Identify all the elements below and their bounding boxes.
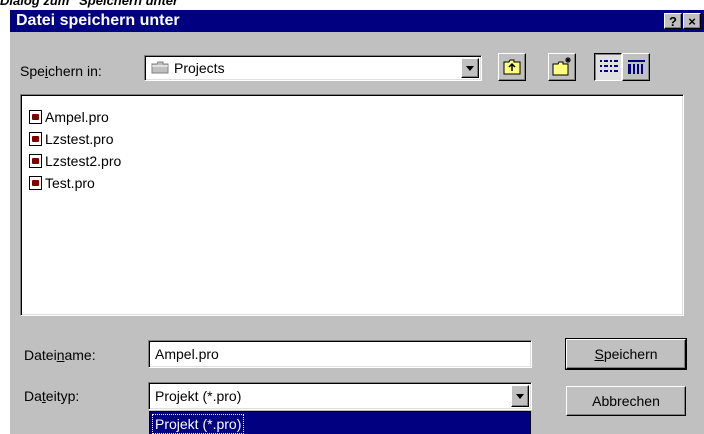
filetype-value: Projekt (*.pro) (155, 388, 242, 404)
save-in-value: Projects (174, 60, 225, 76)
chevron-down-icon[interactable] (461, 58, 479, 78)
dialog-title: Datei speichern unter (16, 12, 180, 29)
save-button[interactable]: Speichern (565, 338, 687, 370)
project-file-icon (29, 176, 42, 191)
title-bar[interactable]: Datei speichern unter ? × (10, 10, 704, 32)
figure-caption: Dialog zum "Speichern unter" (0, 0, 185, 8)
filename-label: Dateiname: (24, 347, 96, 363)
chevron-down-icon[interactable] (511, 385, 529, 407)
list-item[interactable]: Ampel.pro (29, 107, 109, 127)
filetype-dropdown-option[interactable]: Projekt (*.pro) (149, 411, 531, 434)
file-list[interactable]: Ampel.pro Lzstest.pro Lzstest2.pro Test.… (20, 94, 684, 316)
new-folder-button[interactable] (548, 53, 576, 81)
filename-field[interactable]: Ampel.pro (148, 340, 532, 368)
details-view-button[interactable] (622, 53, 650, 81)
filename-value: Ampel.pro (155, 346, 219, 362)
new-folder-icon (552, 57, 571, 76)
list-item[interactable]: Lzstest2.pro (29, 151, 121, 171)
filetype-label: Dateityp: (24, 388, 80, 404)
list-item[interactable]: Lzstest.pro (29, 129, 113, 149)
filetype-select[interactable]: Projekt (*.pro) (148, 382, 532, 410)
details-view-icon (628, 60, 645, 74)
project-file-icon (29, 110, 42, 125)
project-file-icon (29, 132, 42, 147)
folder-icon (151, 61, 169, 74)
help-button[interactable]: ? (664, 13, 682, 29)
save-as-dialog: Datei speichern unter ? × Speichern in: … (10, 10, 704, 434)
list-view-icon (600, 60, 618, 72)
list-view-button[interactable] (594, 53, 622, 81)
save-in-label: Speichern in: (20, 63, 102, 79)
close-button[interactable]: × (683, 13, 701, 29)
up-one-level-button[interactable] (498, 53, 526, 81)
save-in-combobox[interactable]: Projects (144, 55, 482, 81)
project-file-icon (29, 154, 42, 169)
up-one-level-icon (503, 59, 521, 75)
cancel-button[interactable]: Abbrechen (566, 386, 686, 416)
list-item[interactable]: Test.pro (29, 173, 95, 193)
